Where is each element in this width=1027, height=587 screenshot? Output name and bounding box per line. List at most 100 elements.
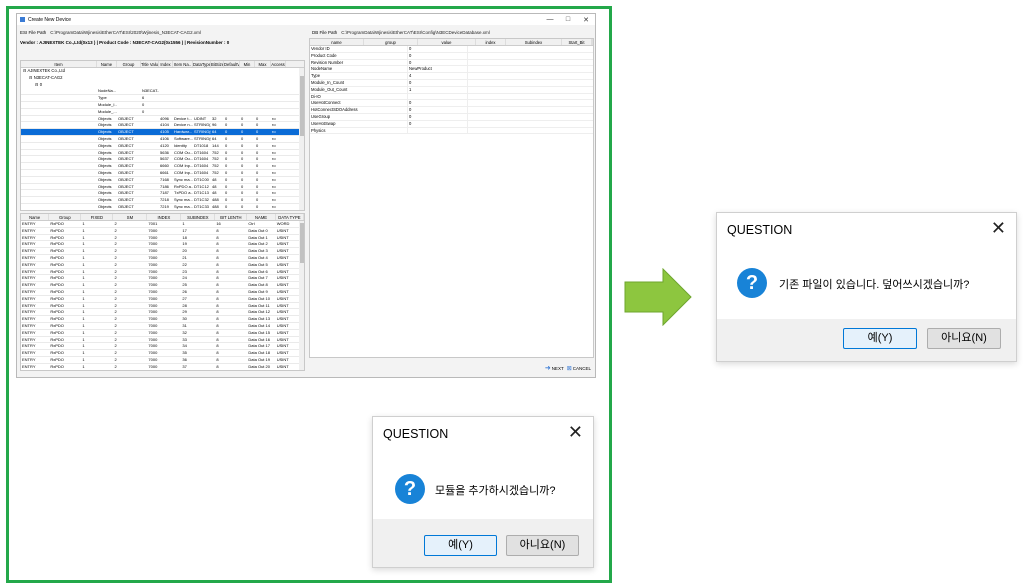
tree-node-device[interactable]: ⊟ N3ECAT-CAG2 bbox=[21, 75, 304, 82]
property-row[interactable]: UseGroup 0 bbox=[310, 113, 593, 121]
table-row[interactable]: ENTRY RxPDO 1 2 7000 37 8 Data Out 20 USINT bbox=[21, 364, 304, 370]
column-header[interactable]: Subindex bbox=[506, 39, 562, 45]
table-row[interactable]: ENTRY RxPDO 1 2 7000 27 8 Data Out 10 USINT bbox=[21, 296, 304, 303]
yes-button[interactable]: 예(Y) bbox=[424, 535, 497, 556]
no-button[interactable]: 아니요(N) bbox=[927, 328, 1001, 349]
column-header[interactable]: FIXED bbox=[81, 214, 114, 220]
table-row[interactable]: Objects OBJECT 4105 Hardwar...STRING(6)64 0 0… bbox=[21, 129, 304, 136]
property-row[interactable]: Module_Out_Count 1 bbox=[310, 86, 593, 94]
table-row[interactable]: ENTRY RxPDO 1 2 7000 29 8 Data Out 12 USINT bbox=[21, 309, 304, 317]
table-row[interactable]: Objects OBJECT 4104 Device n... STRING(.. 96 0… bbox=[21, 122, 304, 130]
table-row[interactable]: ENTRY RxPDO 1 2 7000 23 8 Data Out 6 USINT bbox=[21, 269, 304, 276]
property-row[interactable]: HotConnectSDOAddress 0 bbox=[310, 107, 593, 114]
table-row[interactable]: ENTRY RxPDO 1 2 7000 22 8 Data Out 5 USINT bbox=[21, 262, 304, 269]
table-row[interactable]: Objects OBJECT 4120 Identity DT1018 144 0 0 0 ro bbox=[21, 143, 304, 150]
close-icon[interactable]: ✕ bbox=[568, 423, 583, 441]
column-header[interactable]: Index bbox=[159, 61, 173, 67]
table-row[interactable]: ENTRY RxPDO 1 2 7000 36 8 Data Out 19 USINT bbox=[21, 357, 304, 364]
property-value[interactable]: 1 bbox=[408, 86, 468, 93]
property-row[interactable]: Product Code 0 bbox=[310, 52, 593, 60]
column-header[interactable]: SUBINDEX bbox=[181, 214, 216, 220]
table-row[interactable]: Type 6 bbox=[21, 95, 304, 102]
table-row[interactable]: Objects OBJECT 6660 COM Inp... DT1604 752 0 0 0 r… bbox=[21, 163, 304, 170]
table-row[interactable]: ENTRY RxPDO 1 2 7000 31 8 Data Out 14 USINT bbox=[21, 323, 304, 330]
property-row[interactable]: Physics bbox=[310, 127, 593, 135]
property-value[interactable]: 0 bbox=[408, 107, 468, 113]
table-row[interactable]: Objects OBJECT 6661 COM Inp... DT1604 752 0 0 0 r… bbox=[21, 170, 304, 177]
property-value[interactable]: 0 bbox=[408, 59, 468, 66]
table-row[interactable]: ENTRY RxPDO 1 2 7000 19 8 Data Out 2 USINT bbox=[21, 241, 304, 249]
db-path[interactable]: C:\ProgramData\Wjinesis\EtherCAT\ESI\Con… bbox=[341, 30, 489, 35]
yes-button[interactable]: 예(Y) bbox=[843, 328, 917, 349]
property-grid[interactable]: namegroupvalueindexSubindexStart_BitBit_… bbox=[309, 38, 594, 358]
table-row[interactable]: Module_... 0 bbox=[21, 109, 304, 116]
property-row[interactable]: Revision Number 0 bbox=[310, 59, 593, 67]
table-row[interactable]: ENTRY RxPDO 1 2 7000 21 8 Data Out 4 USINT bbox=[21, 255, 304, 262]
property-value[interactable] bbox=[408, 93, 468, 100]
column-header[interactable]: Min bbox=[240, 61, 255, 67]
column-header[interactable]: NAME bbox=[247, 214, 276, 220]
table-row[interactable]: ENTRY RxPDO 1 2 7000 28 8 Data Out 11 USINT bbox=[21, 303, 304, 310]
table-row[interactable]: Objects OBJECT 7219 Sync ma... DT1C33 488 0 0 0 r… bbox=[21, 204, 304, 210]
column-header[interactable]: INDEX bbox=[147, 214, 182, 220]
column-header[interactable]: name bbox=[310, 39, 364, 45]
table-row[interactable]: Objects OBJECT 7218 Sync ma... DT1C32 488 0 0 0 r… bbox=[21, 197, 304, 204]
table-row[interactable]: ENTRY RxPDO 1 2 7000 24 8 Data Out 7 USINT bbox=[21, 275, 304, 283]
column-header[interactable]: value bbox=[418, 39, 476, 45]
column-header[interactable]: Max bbox=[255, 61, 271, 67]
property-row[interactable]: Module_In_Count 0 bbox=[310, 79, 593, 87]
scroll-thumb[interactable] bbox=[299, 76, 304, 136]
table-row[interactable]: Objects OBJECT 7186 RxPDO a... DT1C12 48 0 0 0 ro bbox=[21, 184, 304, 191]
column-header[interactable]: Group bbox=[49, 214, 82, 220]
table-row[interactable]: NodeNa... N3ECAT... bbox=[21, 88, 304, 96]
table-row[interactable]: ENTRY RxPDO 1 2 7000 35 8 Data Out 18 USINT bbox=[21, 350, 304, 357]
column-header[interactable]: Access bbox=[271, 61, 286, 67]
table-row[interactable]: Objects OBJECT 4096 Device t... UDINT 32 0 0 0 ro bbox=[21, 116, 304, 123]
maximize-icon[interactable]: □ bbox=[559, 16, 577, 24]
property-value[interactable]: 0 bbox=[408, 100, 468, 107]
column-header[interactable]: group bbox=[364, 39, 418, 45]
table-row[interactable]: Objects OBJECT 7187 TxPDO a... DT1C13 48 0 0 0 ro bbox=[21, 190, 304, 198]
column-header[interactable]: Item Na.. bbox=[173, 61, 193, 67]
property-row[interactable]: Vendor ID 0 bbox=[310, 46, 593, 53]
pdo-grid[interactable]: Name Group FIXED SM INDEX SUBINDEX BIT LENTH NA… bbox=[20, 213, 305, 371]
column-header[interactable]: Group bbox=[117, 61, 141, 67]
column-header[interactable]: Name bbox=[97, 61, 117, 67]
table-row[interactable]: ENTRY RxPDO 1 2 7001 1 16 Ctrl WORD bbox=[21, 221, 304, 228]
table-row[interactable]: Objects OBJECT 5636 COM Ou... DT1604 752 0 0 0 ro bbox=[21, 150, 304, 157]
minimize-icon[interactable]: — bbox=[541, 16, 559, 24]
table-row[interactable]: Module_I... 0 bbox=[21, 102, 304, 109]
column-header[interactable]: SM bbox=[113, 214, 148, 220]
column-header[interactable]: BIT LENTH bbox=[215, 214, 248, 220]
cancel-button[interactable]: ⊠ CANCEL bbox=[567, 364, 591, 372]
next-button[interactable]: ➜ NEXT bbox=[545, 364, 564, 372]
table-row[interactable]: ENTRY RxPDO 1 2 7000 25 8 Data Out 8 USINT bbox=[21, 282, 304, 289]
property-value[interactable]: 0 bbox=[408, 79, 468, 86]
close-icon[interactable]: ✕ bbox=[577, 16, 595, 24]
scroll-thumb[interactable] bbox=[299, 223, 304, 263]
column-header[interactable]: Item bbox=[21, 61, 97, 67]
table-row[interactable]: ENTRY RxPDO 1 2 7000 32 8 Data Out 15 USINT bbox=[21, 330, 304, 337]
property-row[interactable]: Type 4 bbox=[310, 73, 593, 80]
table-row[interactable]: ENTRY RxPDO 1 2 7000 26 8 Data Out 9 USINT bbox=[21, 289, 304, 296]
property-value[interactable]: 4 bbox=[408, 73, 468, 79]
property-value[interactable]: 0 bbox=[408, 113, 468, 120]
close-icon[interactable]: ✕ bbox=[991, 219, 1006, 237]
table-row[interactable]: Objects OBJECT 7168 Sync ma... DT1C00 48 0 0 0 ro bbox=[21, 177, 304, 184]
pdo-scrollbar[interactable] bbox=[299, 221, 304, 370]
table-row[interactable]: ENTRY RxPDO 1 2 7000 20 8 Data Out 3 USINT bbox=[21, 248, 304, 255]
tree-node-vendor[interactable]: ⊟ AJINEXTEK Co.,Ltd bbox=[21, 68, 304, 75]
object-tree-grid[interactable]: Item Name Group Title Value Index Item Na.. Da… bbox=[20, 60, 305, 211]
property-value[interactable]: NewProduct bbox=[408, 66, 468, 73]
esi-path[interactable]: C:\ProgramData\Wjinesis\EtherCAT\ESI\202… bbox=[50, 30, 201, 35]
column-header[interactable]: DATA TYPE bbox=[276, 214, 304, 220]
column-header[interactable]: Bit_Size bbox=[592, 39, 593, 45]
property-row[interactable]: UseHotConnect 0 bbox=[310, 100, 593, 108]
column-header[interactable]: Title Value bbox=[141, 61, 159, 67]
table-row[interactable]: Objects OBJECT 5637 COM Ou... DT1604 752 0 0 0 ro bbox=[21, 156, 304, 164]
table-row[interactable]: ENTRY RxPDO 1 2 7000 34 8 Data Out 17 USINT bbox=[21, 343, 304, 351]
table-row[interactable]: ENTRY RxPDO 1 2 7000 30 8 Data Out 13 USINT bbox=[21, 316, 304, 323]
column-header[interactable]: Start_Bit bbox=[562, 39, 592, 45]
property-value[interactable]: 0 bbox=[408, 46, 468, 52]
property-row[interactable]: Di-IO bbox=[310, 93, 593, 101]
